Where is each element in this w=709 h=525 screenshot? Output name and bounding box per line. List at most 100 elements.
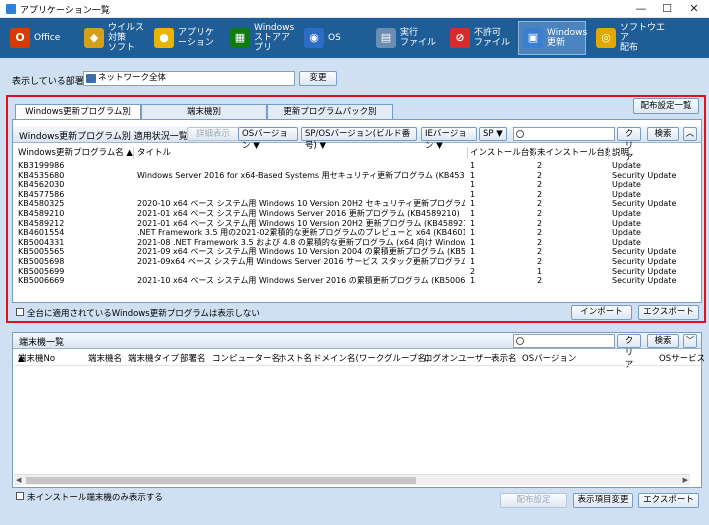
table-cell: KB5005565	[18, 247, 65, 257]
table-cell: KB4601554	[18, 228, 65, 238]
toolbar-store-button[interactable]: ▦ Windows ストアアプリ	[226, 21, 296, 55]
table-cell: Security Update	[612, 266, 677, 276]
toolbar-windows-update-button[interactable]: ▣ Windows 更新	[518, 21, 588, 55]
collapse-icon[interactable]: ︿	[683, 127, 697, 141]
uninstalled-only-checkbox[interactable]	[16, 492, 24, 500]
table-cell: 2020-10 x64 ベース システム用 Windows 10 Version…	[137, 199, 465, 209]
col-domain-name[interactable]: ドメイン名(ワークグループ名)	[313, 352, 429, 366]
table-cell: Update	[612, 228, 641, 238]
table-cell: 2	[537, 209, 543, 218]
table-cell: KB4589210	[18, 209, 65, 218]
table-cell: Update	[612, 161, 641, 170]
detail-view-button[interactable]: 詳細表示	[187, 127, 239, 141]
change-dept-button[interactable]: 変更	[299, 71, 337, 86]
table-cell: 1	[470, 247, 476, 257]
software-distribution-icon: ◎	[596, 28, 616, 48]
scroll-thumb[interactable]	[26, 477, 416, 484]
table-cell: 1	[470, 237, 476, 247]
terminal-export-button[interactable]: エクスポート	[638, 493, 699, 508]
table-cell: Security Update	[612, 257, 677, 266]
col-title[interactable]: タイトル	[137, 147, 467, 159]
table-row[interactable]: KB4589212 2021-01 x64 ベース システム用 Windows 1…	[14, 219, 700, 229]
toolbar-os-button[interactable]: ◉ OS	[300, 21, 356, 55]
table-cell: Windows Server 2016 for x64-Based System…	[137, 170, 465, 180]
table-cell: 2021-01 x64 ベース システム用 Windows Server 201…	[137, 209, 460, 218]
col-terminal-type[interactable]: 端末機タイプ	[128, 352, 179, 366]
table-row[interactable]: KB4535680 Windows Server 2016 for x64-Bas…	[14, 171, 700, 181]
toolbar-application-button[interactable]: ● アプリケーション	[150, 21, 222, 55]
tab-terminal[interactable]: 端末機別	[141, 104, 267, 119]
scroll-left-icon[interactable]: ◀	[16, 476, 21, 484]
search-button[interactable]: 検索	[647, 127, 679, 141]
table-cell: Update	[612, 218, 641, 228]
col-terminal-name[interactable]: 端末機名	[88, 352, 122, 366]
col-os-version[interactable]: OSバージョン	[522, 352, 576, 366]
sp-filter[interactable]: SP ▼	[479, 127, 507, 141]
search-input[interactable]	[513, 127, 615, 141]
expand-icon[interactable]: ﹀	[683, 334, 697, 348]
minimize-button[interactable]: —	[628, 0, 654, 18]
toolbar-antivirus-button[interactable]: ◆ ウイルス対策 ソフト	[80, 21, 146, 55]
import-button[interactable]: インポート	[571, 305, 632, 320]
tab-update-pack[interactable]: 更新プログラムパック別	[267, 104, 393, 119]
table-row[interactable]: KB5005698 2021-09x64 ベース システム用 Windows Se…	[14, 257, 700, 267]
table-cell: 2	[537, 189, 543, 199]
col-not-installed[interactable]: 未インストール台数	[537, 147, 610, 159]
table-cell: Update	[612, 189, 641, 199]
store-icon: ▦	[230, 28, 250, 48]
title-bar: アプリケーション一覧 — ☐ ✕	[0, 0, 709, 18]
table-cell: 2	[537, 199, 543, 209]
maximize-button[interactable]: ☐	[654, 0, 680, 18]
distribution-settings-list-button[interactable]: 配布設定一覧	[633, 98, 699, 114]
distribution-settings-button[interactable]: 配布設定	[500, 493, 567, 508]
app-icon	[6, 4, 16, 14]
col-update-name[interactable]: Windows更新プログラム名 ▲	[18, 147, 136, 159]
toolbar-software-distribution-button[interactable]: ◎ ソフトウエア 配布	[592, 21, 666, 55]
uninstalled-only-label: 未インストール端末機のみ表示する	[27, 493, 163, 503]
tab-update-program[interactable]: Windows更新プログラム別	[15, 104, 141, 120]
table-row[interactable]: KB5004331 2021-08 .NET Framework 3.5 および …	[14, 238, 700, 248]
table-cell: KB3199986	[18, 161, 65, 170]
update-program-table: Windows更新プログラム名 ▲ タイトル インストール台数 未インストール台…	[14, 145, 700, 301]
table-row[interactable]: KB5005699 2 1 Security Update	[14, 267, 700, 277]
close-button[interactable]: ✕	[681, 0, 707, 18]
toolbar-forbidden-button[interactable]: ⊘ 不許可 ファイル	[446, 21, 514, 55]
toolbar-executable-button[interactable]: ▤ 実行 ファイル	[372, 21, 440, 55]
col-host-name[interactable]: ホスト名	[278, 352, 312, 366]
table-row[interactable]: KB4601554 .NET Framework 3.5 用の2021-02累積的…	[14, 228, 700, 238]
col-dept-name[interactable]: 部署名	[180, 352, 206, 366]
terminal-clear-button[interactable]: クリア	[617, 334, 641, 370]
table-row[interactable]: KB4589210 2021-01 x64 ベース システム用 Windows S…	[14, 209, 700, 219]
table-cell: 2	[537, 180, 543, 190]
terminal-title: 端末機一覧	[19, 338, 65, 348]
col-computer-name[interactable]: コンピューター名	[212, 352, 280, 366]
col-logon-user[interactable]: ログオンユーザー	[424, 352, 492, 366]
table-row[interactable]: KB4562030 1 2 Update	[14, 180, 700, 190]
col-description[interactable]: 説明	[612, 147, 672, 159]
table-row[interactable]: KB5005565 2021-09 x64 ベース システム用 Windows 1…	[14, 247, 700, 257]
toolbar-office-button[interactable]: O Office	[6, 21, 70, 55]
table-row[interactable]: KB3199986 1 2 Update	[14, 161, 700, 171]
table-row[interactable]: KB5006669 2021-10 x64 ベース システム用 Windows S…	[14, 276, 700, 286]
export-button[interactable]: エクスポート	[638, 305, 699, 320]
table-row[interactable]: KB4577586 1 2 Update	[14, 190, 700, 200]
hide-all-applied-checkbox[interactable]	[16, 308, 24, 316]
col-display-name[interactable]: 表示名	[491, 352, 517, 366]
col-os-service[interactable]: OSサービス	[659, 352, 705, 366]
terminal-search-button[interactable]: 検索	[647, 334, 679, 348]
col-terminal-no[interactable]: 端末機No ▲	[18, 352, 55, 366]
table-header: Windows更新プログラム名 ▲ タイトル インストール台数 未インストール台…	[14, 147, 700, 159]
table-cell: .NET Framework 3.5 用の2021-02累積的な更新プログラムの…	[137, 228, 465, 238]
scroll-right-icon[interactable]: ▶	[683, 476, 688, 484]
toolbar-label: Windows 更新	[547, 28, 588, 48]
terminal-search-input[interactable]	[513, 334, 615, 348]
terminal-scrollbar[interactable]: ◀ ▶	[14, 474, 690, 485]
ie-version-filter[interactable]: IEバージョン ▼	[421, 127, 477, 151]
os-version-filter[interactable]: OSバージョン ▼	[238, 127, 298, 151]
sp-os-build-filter[interactable]: SP/OSバージョン(ビルド番号) ▼	[301, 127, 417, 151]
change-display-items-button[interactable]: 表示項目変更	[573, 493, 633, 508]
col-installed[interactable]: インストール台数	[470, 147, 536, 159]
clear-button[interactable]: クリア	[617, 127, 641, 163]
table-row[interactable]: KB4580325 2020-10 x64 ベース システム用 Windows 1…	[14, 199, 700, 209]
table-cell: Update	[612, 237, 641, 247]
